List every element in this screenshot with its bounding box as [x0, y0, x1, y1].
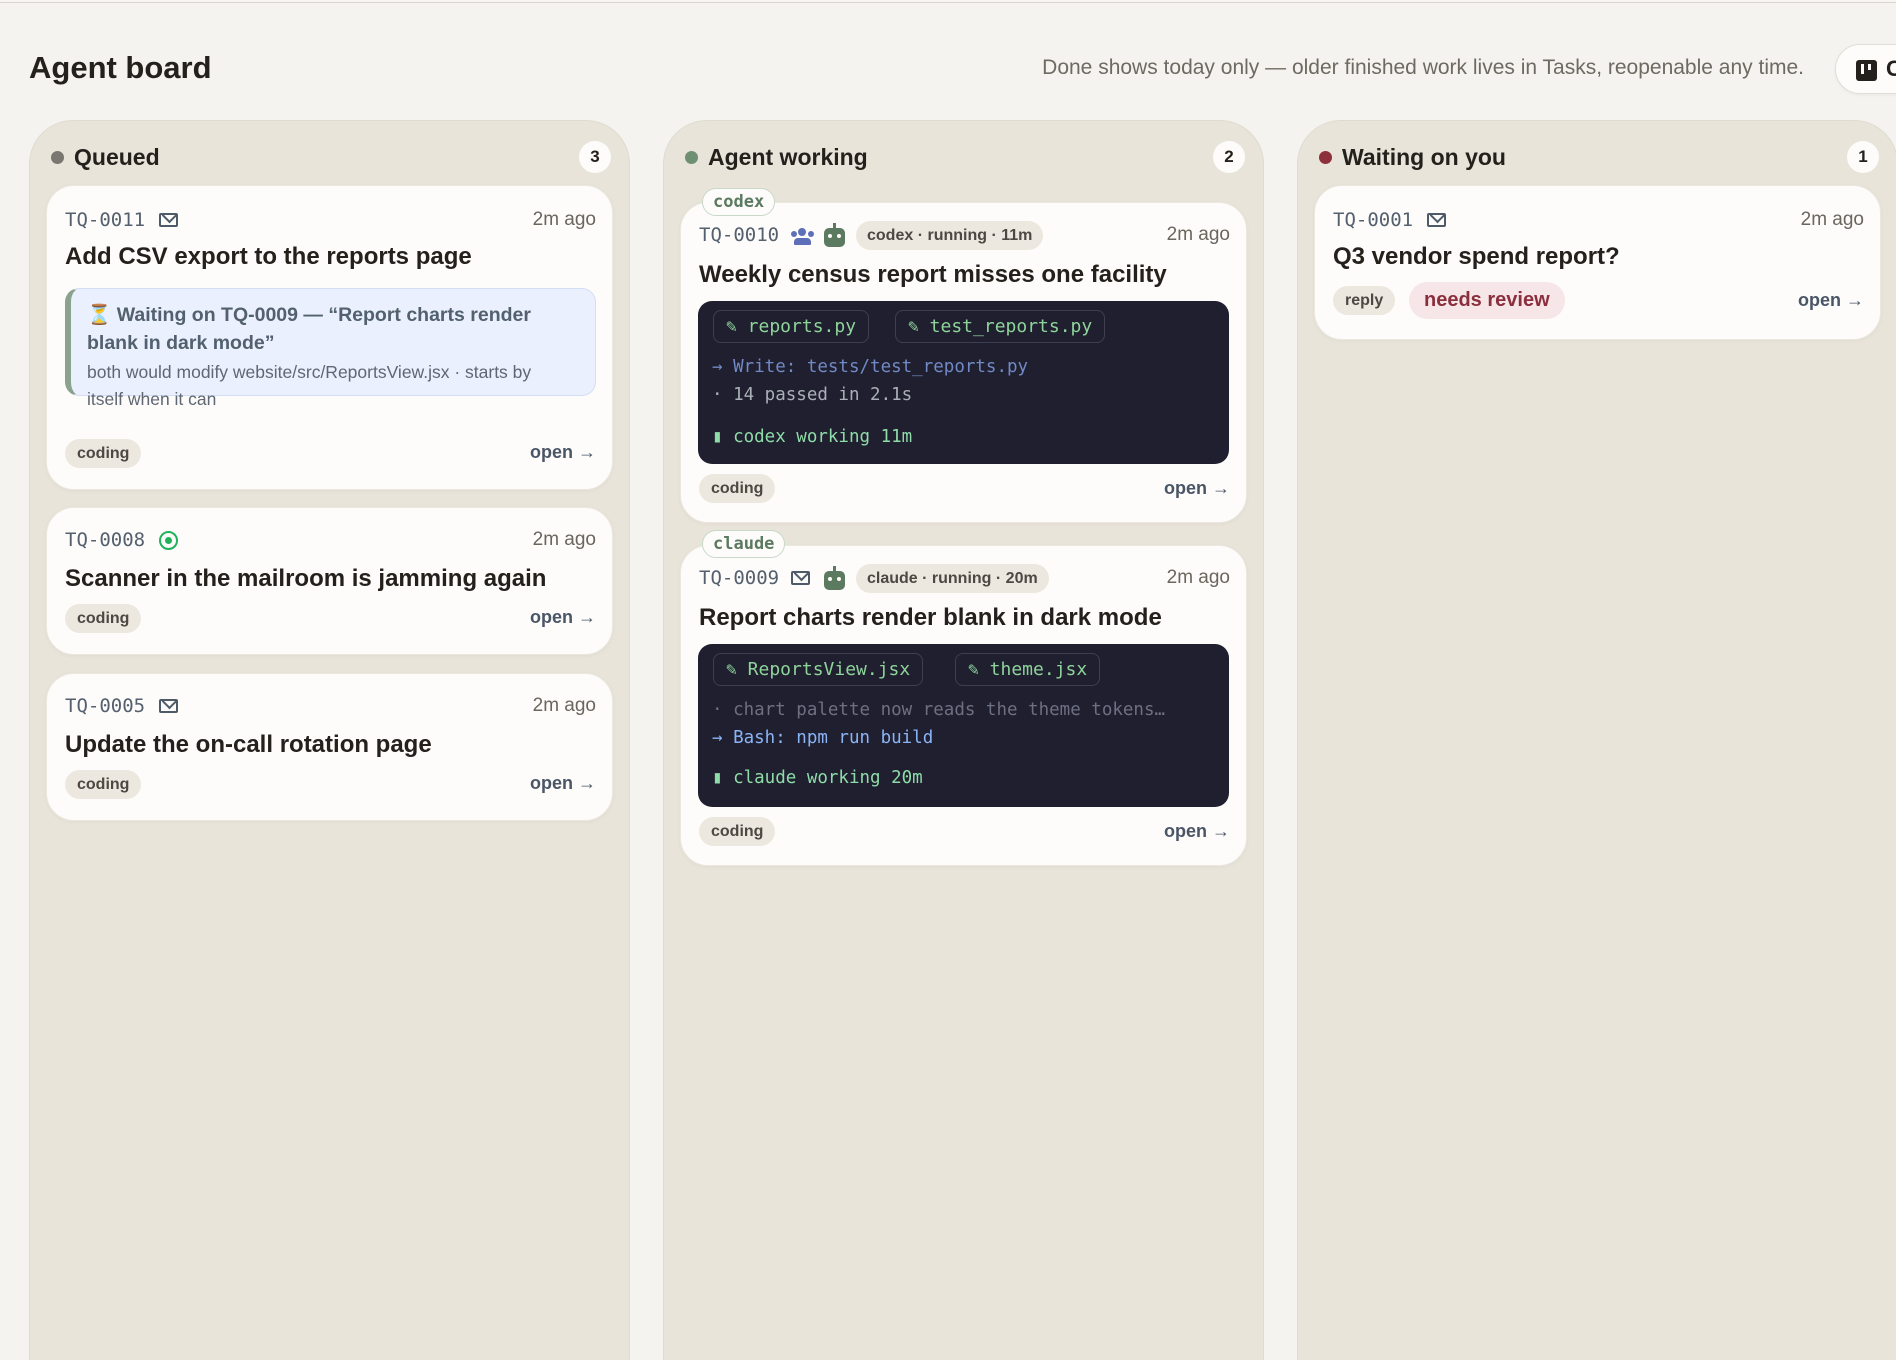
task-card[interactable]: TQ-0005 2m ago Update the on-call rotati…: [46, 673, 613, 821]
open-link[interactable]: open →: [1164, 821, 1230, 842]
timestamp: 2m ago: [532, 695, 596, 716]
blocked-headline-text: Waiting on TQ-0009 — “Report charts rend…: [87, 304, 531, 354]
tag-coding: coding: [65, 770, 142, 799]
terminal-log-line: → Write: tests/test_reports.py: [712, 357, 1029, 377]
terminal-log-line: → Bash: npm run build: [712, 728, 934, 748]
changed-file-chip[interactable]: ✎ ReportsView.jsx: [713, 653, 924, 686]
task-id: TQ-0011: [65, 209, 146, 231]
agent-terminal: ✎ reports.py ✎ test_reports.py → Write: …: [698, 301, 1229, 464]
task-title: Scanner in the mailroom is jamming again: [65, 565, 547, 592]
robot-icon: [824, 223, 845, 247]
timestamp: 2m ago: [532, 529, 596, 550]
agent-terminal: ✎ ReportsView.jsx ✎ theme.jsx · chart pa…: [698, 644, 1229, 807]
task-title: Report charts render blank in dark mode: [699, 604, 1162, 631]
board-view-toggle[interactable]: C: [1835, 44, 1896, 94]
agent-label-codex: codex: [702, 188, 776, 216]
column-queued: Queued 3 TQ-0011 2m ago Add CSV export t…: [29, 120, 630, 1360]
mail-icon: [159, 213, 178, 227]
open-link[interactable]: open →: [530, 442, 596, 463]
robot-icon: [824, 566, 845, 590]
people-icon: [791, 228, 815, 245]
hourglass-icon: ⏳: [87, 304, 112, 326]
task-card[interactable]: TQ-0001 2m ago Q3 vendor spend report? r…: [1314, 185, 1881, 340]
task-id: TQ-0009: [699, 567, 780, 589]
task-card[interactable]: TQ-0010 codex · running · 11m 2m ago Wee…: [680, 202, 1247, 523]
blocked-detail: both would modify website/src/ReportsVie…: [87, 362, 532, 409]
task-title: Update the on-call rotation page: [65, 731, 432, 758]
column-count-badge: 3: [579, 141, 611, 173]
agent-run-status: codex · running · 11m: [856, 221, 1044, 250]
done-policy-note: Done shows today only — older finished w…: [1042, 56, 1804, 79]
timestamp: 2m ago: [1800, 209, 1864, 230]
open-link[interactable]: open →: [530, 607, 596, 628]
status-dot-icon: [51, 151, 64, 164]
open-link[interactable]: open →: [1164, 478, 1230, 499]
task-id: TQ-0008: [65, 529, 146, 551]
top-border: [0, 0, 1896, 3]
column-header: Queued 3: [51, 139, 611, 175]
column-count-badge: 1: [1847, 141, 1879, 173]
terminal-status-line: ▮ codex working 11m: [712, 427, 913, 447]
task-card[interactable]: TQ-0009 claude · running · 20m 2m ago Re…: [680, 545, 1247, 866]
column-title: Agent working: [708, 144, 868, 170]
terminal-log-line: · 14 passed in 2.1s: [712, 385, 913, 405]
timestamp: 2m ago: [1166, 567, 1230, 588]
blocked-notice: ⏳ Waiting on TQ-0009 — “Report charts re…: [65, 288, 596, 409]
task-title: Weekly census report misses one facility: [699, 261, 1167, 288]
column-header: Waiting on you 1: [1319, 139, 1879, 175]
kanban-board-icon: [1856, 60, 1877, 81]
open-link[interactable]: open →: [1798, 290, 1864, 311]
tag-reply: reply: [1333, 286, 1396, 315]
terminal-status-line: ▮ claude working 20m: [712, 768, 923, 788]
task-id: TQ-0001: [1333, 209, 1414, 231]
mail-icon: [1427, 213, 1446, 227]
page-title: Agent board: [29, 50, 212, 85]
column-title: Queued: [74, 144, 160, 170]
blocked-headline: ⏳ Waiting on TQ-0009 — “Report charts re…: [87, 301, 577, 357]
task-card[interactable]: TQ-0008 2m ago Scanner in the mailroom i…: [46, 507, 613, 655]
tag-coding: coding: [65, 604, 142, 633]
mail-icon: [791, 571, 810, 585]
open-link[interactable]: open →: [530, 773, 596, 794]
changed-file-chip[interactable]: ✎ reports.py: [713, 310, 870, 343]
timestamp: 2m ago: [532, 209, 596, 230]
status-dot-icon: [1319, 151, 1332, 164]
mail-icon: [159, 699, 178, 713]
status-dot-icon: [685, 151, 698, 164]
task-title: Q3 vendor spend report?: [1333, 243, 1620, 270]
column-header: Agent working 2: [685, 139, 1245, 175]
agent-label-claude: claude: [702, 530, 786, 558]
tag-coding: coding: [65, 439, 142, 468]
task-card[interactable]: TQ-0011 2m ago Add CSV export to the rep…: [46, 185, 613, 490]
column-count-badge: 2: [1213, 141, 1245, 173]
changed-file-chip[interactable]: ✎ test_reports.py: [895, 310, 1106, 343]
needs-review-badge: needs review: [1409, 282, 1565, 319]
column-waiting-on-you: Waiting on you 1 TQ-0001 2m ago Q3 vendo…: [1297, 120, 1896, 1360]
task-id: TQ-0010: [699, 224, 780, 246]
tag-coding: coding: [699, 817, 776, 846]
view-toggle-label: C: [1886, 56, 1896, 81]
task-id: TQ-0005: [65, 695, 146, 717]
terminal-log-line: · chart palette now reads the theme toke…: [712, 700, 1166, 720]
timestamp: 2m ago: [1166, 224, 1230, 245]
task-title: Add CSV export to the reports page: [65, 243, 472, 270]
whatsapp-icon: [159, 531, 178, 550]
changed-file-chip[interactable]: ✎ theme.jsx: [955, 653, 1101, 686]
column-title: Waiting on you: [1342, 144, 1506, 170]
tag-coding: coding: [699, 474, 776, 503]
agent-run-status: claude · running · 20m: [856, 564, 1049, 593]
column-agent-working: Agent working 2 codex TQ-0010 codex · ru…: [663, 120, 1264, 1360]
